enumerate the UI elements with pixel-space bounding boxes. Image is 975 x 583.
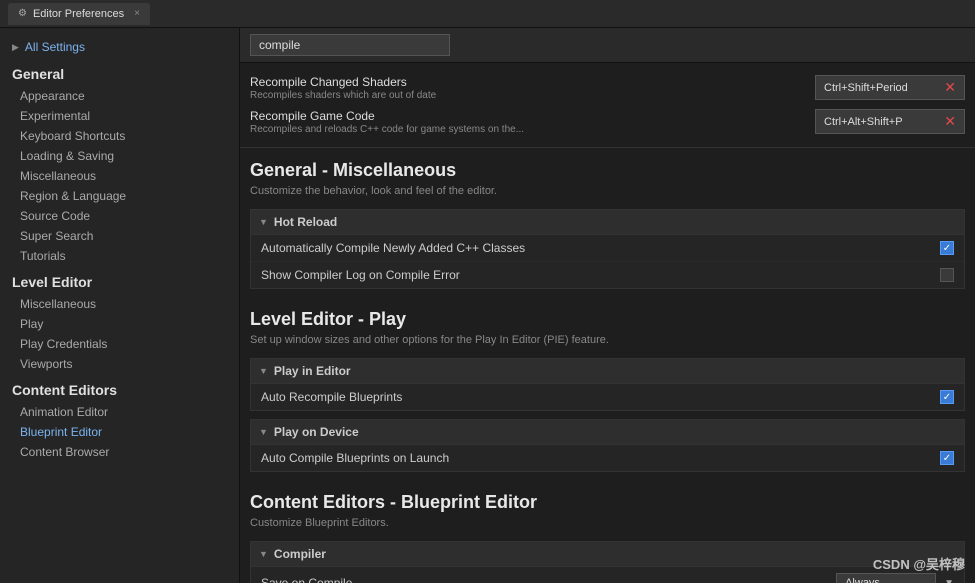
content-editors-blueprint-section: Content Editors - Blueprint Editor Custo… [240,480,975,541]
tab-label: Editor Preferences [33,8,124,20]
compiler-label: Compiler [274,547,326,561]
play-on-device-collapse-icon: ▼ [259,427,268,437]
level-editor-section-title: Level Editor [0,266,239,294]
save-on-compile-dropdown-container: Always Never If Modified ▼ [836,573,954,583]
hot-reload-collapse-icon: ▼ [259,217,268,227]
shortcut-key-clear-game[interactable]: ✕ [944,113,956,130]
sidebar-item-experimental[interactable]: Experimental [0,106,239,126]
sidebar-item-region-language[interactable]: Region & Language [0,186,239,206]
content-editors-blueprint-desc: Customize Blueprint Editors. [250,517,965,529]
save-on-compile-label: Save on Compile [261,576,352,583]
sidebar: ▶ All Settings General Appearance Experi… [0,28,240,583]
auto-compile-launch-label: Auto Compile Blueprints on Launch [261,451,449,465]
sidebar-item-miscellaneous-level[interactable]: Miscellaneous [0,294,239,314]
sidebar-item-keyboard-shortcuts[interactable]: Keyboard Shortcuts [0,126,239,146]
auto-recompile-blueprints-label: Auto Recompile Blueprints [261,390,402,404]
search-bar [240,28,975,63]
shortcuts-section: Recompile Changed Shaders Recompiles sha… [240,63,975,148]
auto-recompile-blueprints-row: Auto Recompile Blueprints ✓ [251,384,964,410]
all-settings-arrow-icon: ▶ [12,42,19,53]
play-on-device-header[interactable]: ▼ Play on Device [251,420,964,445]
level-editor-play-title: Level Editor - Play [250,309,965,330]
shortcut-key-value-game: Ctrl+Alt+Shift+P [824,116,903,128]
save-on-compile-row: Save on Compile Always Never If Modified… [251,567,964,583]
sidebar-item-appearance[interactable]: Appearance [0,86,239,106]
auto-compile-setting-row: Automatically Compile Newly Added C++ Cl… [251,235,964,262]
sidebar-item-play-credentials[interactable]: Play Credentials [0,334,239,354]
play-in-editor-label: Play in Editor [274,364,351,378]
main-layout: ▶ All Settings General Appearance Experi… [0,28,975,583]
auto-recompile-blueprints-checkbox[interactable]: ✓ [940,390,954,404]
all-settings-link[interactable]: ▶ All Settings [0,36,239,58]
auto-compile-launch-checkbox[interactable]: ✓ [940,451,954,465]
sidebar-item-viewports[interactable]: Viewports [0,354,239,374]
play-in-editor-collapse-icon: ▼ [259,366,268,376]
save-on-compile-select[interactable]: Always Never If Modified [836,573,936,583]
play-on-device-group: ▼ Play on Device Auto Compile Blueprints… [250,419,965,472]
sidebar-item-blueprint-editor[interactable]: Blueprint Editor [0,422,239,442]
editor-preferences-tab[interactable]: ⚙ Editor Preferences × [8,3,150,25]
general-misc-desc: Customize the behavior, look and feel of… [250,185,965,197]
sidebar-item-loading-saving[interactable]: Loading & Saving [0,146,239,166]
shortcut-key-value-shaders: Ctrl+Shift+Period [824,82,908,94]
shortcut-info-shaders: Recompile Changed Shaders Recompiles sha… [250,75,815,101]
hot-reload-header[interactable]: ▼ Hot Reload [251,210,964,235]
shortcut-row-recompile-game: Recompile Game Code Recompiles and reloa… [250,105,965,139]
general-section-title: General [0,58,239,86]
content-area: Recompile Changed Shaders Recompiles sha… [240,28,975,583]
all-settings-label: All Settings [25,40,85,54]
auto-compile-checkbox[interactable]: ✓ [940,241,954,255]
general-misc-title: General - Miscellaneous [250,160,965,181]
sidebar-item-super-search[interactable]: Super Search [0,226,239,246]
sidebar-item-content-browser[interactable]: Content Browser [0,442,239,462]
show-compiler-log-checkbox[interactable] [940,268,954,282]
level-editor-play-desc: Set up window sizes and other options fo… [250,334,965,346]
show-compiler-log-row: Show Compiler Log on Compile Error [251,262,964,288]
shortcut-desc-shaders: Recompiles shaders which are out of date [250,90,815,101]
sidebar-item-animation-editor[interactable]: Animation Editor [0,402,239,422]
hot-reload-label: Hot Reload [274,215,337,229]
sidebar-item-play[interactable]: Play [0,314,239,334]
compiler-group: ▼ Compiler Save on Compile Always Never … [250,541,965,583]
content-editors-blueprint-title: Content Editors - Blueprint Editor [250,492,965,513]
sidebar-item-tutorials[interactable]: Tutorials [0,246,239,266]
auto-compile-launch-row: Auto Compile Blueprints on Launch ✓ [251,445,964,471]
play-in-editor-header[interactable]: ▼ Play in Editor [251,359,964,384]
search-input[interactable] [250,34,450,56]
shortcut-name-game: Recompile Game Code [250,109,815,123]
shortcut-row-recompile-shaders: Recompile Changed Shaders Recompiles sha… [250,71,965,105]
shortcut-key-box-shaders: Ctrl+Shift+Period ✕ [815,75,965,100]
title-bar: ⚙ Editor Preferences × [0,0,975,28]
shortcut-info-game: Recompile Game Code Recompiles and reloa… [250,109,815,135]
compiler-header[interactable]: ▼ Compiler [251,542,964,567]
hot-reload-group: ▼ Hot Reload Automatically Compile Newly… [250,209,965,289]
general-misc-section: General - Miscellaneous Customize the be… [240,148,975,209]
shortcut-desc-game: Recompiles and reloads C++ code for game… [250,124,815,135]
dropdown-chevron-icon: ▼ [944,578,954,583]
show-compiler-log-label: Show Compiler Log on Compile Error [261,268,460,282]
shortcut-name-shaders: Recompile Changed Shaders [250,75,815,89]
compiler-collapse-icon: ▼ [259,549,268,559]
play-in-editor-group: ▼ Play in Editor Auto Recompile Blueprin… [250,358,965,411]
shortcut-key-box-game: Ctrl+Alt+Shift+P ✕ [815,109,965,134]
sidebar-item-miscellaneous-general[interactable]: Miscellaneous [0,166,239,186]
play-on-device-label: Play on Device [274,425,359,439]
level-editor-play-section: Level Editor - Play Set up window sizes … [240,297,975,358]
shortcut-key-shaders[interactable]: Ctrl+Shift+Period ✕ [815,75,965,100]
shortcut-key-clear-shaders[interactable]: ✕ [944,79,956,96]
auto-compile-label: Automatically Compile Newly Added C++ Cl… [261,241,525,255]
shortcut-key-game[interactable]: Ctrl+Alt+Shift+P ✕ [815,109,965,134]
sidebar-item-source-code[interactable]: Source Code [0,206,239,226]
tab-close-button[interactable]: × [134,8,140,19]
content-editors-section-title: Content Editors [0,374,239,402]
csdn-watermark: CSDN @吴梓穆 [873,554,965,573]
tab-icon: ⚙ [18,8,27,19]
